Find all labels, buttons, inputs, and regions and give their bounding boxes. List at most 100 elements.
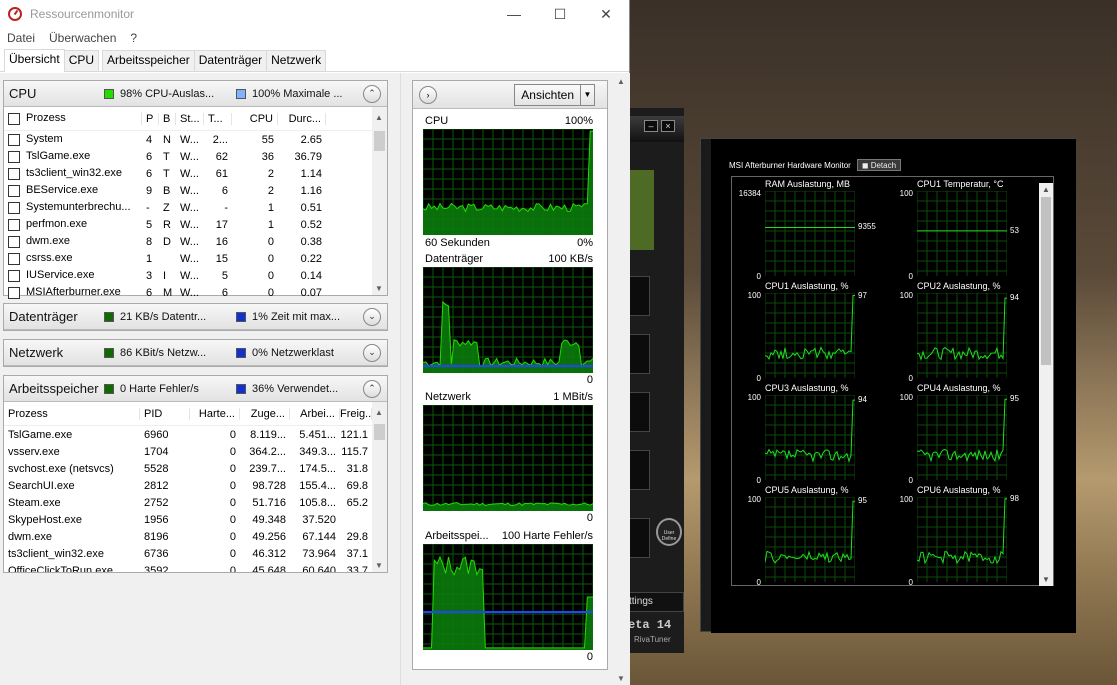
tab-bar: Übersicht CPU Arbeitsspeicher Datenträge… <box>0 48 629 72</box>
table-row[interactable]: BEService.exe 9 B W... 6 2 1.16 <box>4 182 387 199</box>
table-row[interactable]: TslGame.exe 6 T W... 62 36 36.79 <box>4 148 387 165</box>
afterburner-graph: CPU4 Auslastung, % 100 0 95 <box>900 383 1047 485</box>
row-checkbox[interactable] <box>8 133 20 146</box>
memory-section: Arbeitsspeicher 0 Harte Fehler/s 36% Ver… <box>3 375 388 573</box>
tab-disk[interactable]: Datenträger <box>193 50 268 71</box>
menu-ueberwachen[interactable]: Überwachen <box>49 31 116 45</box>
views-dropdown[interactable]: Ansichten ▼ <box>514 83 595 106</box>
menu-help[interactable]: ? <box>130 31 137 45</box>
memory-table-scrollbar[interactable]: ▲ ▼ <box>372 402 387 572</box>
table-cell: 1 <box>267 201 274 214</box>
table-row[interactable]: ts3client_win32.exe 6736 0 46.312 73.964 37.1 <box>4 545 387 562</box>
network-section-header[interactable]: Netzwerk 86 KBit/s Netzw... 0% Netzwerkl… <box>4 340 387 366</box>
table-row[interactable]: System 4 N W... 2... 55 2.65 <box>4 131 387 148</box>
row-checkbox[interactable] <box>8 150 20 163</box>
column-header[interactable]: T... <box>204 112 232 125</box>
table-row[interactable]: perfmon.exe 5 R W... 17 1 0.52 <box>4 216 387 233</box>
close-button[interactable]: ✕ <box>583 0 629 28</box>
table-row[interactable]: Systemunterbrechu... - Z W... -1 0.51 <box>4 199 387 216</box>
column-header[interactable]: Durc... <box>278 112 326 125</box>
cpu-section-header[interactable]: CPU 98% CPU-Auslas... 100% Maximale ... … <box>4 81 387 107</box>
column-header[interactable]: St... <box>176 112 204 125</box>
afterburner-graph-min: 0 <box>908 272 913 281</box>
column-header[interactable]: PID <box>140 407 190 420</box>
column-header[interactable]: Harte... <box>190 407 240 420</box>
afterburner-graph-title: CPU5 Auslastung, % <box>765 485 849 495</box>
table-row[interactable]: OfficeClickToRun.exe 3592 0 45.648 60.640 33.… <box>4 562 387 573</box>
table-row[interactable]: SearchUI.exe 2812 0 98.728 155.4... 69.8 <box>4 477 387 494</box>
column-header[interactable]: B <box>159 112 176 125</box>
scroll-thumb[interactable] <box>374 131 385 151</box>
tab-cpu[interactable]: CPU <box>63 50 100 71</box>
afterburner-close-button[interactable]: × <box>661 120 675 132</box>
menu-datei[interactable]: Datei <box>7 31 35 45</box>
disk-section-header[interactable]: Datenträger 21 KB/s Datentr... 1% Zeit m… <box>4 304 387 330</box>
table-cell: 36 <box>261 150 274 163</box>
row-checkbox[interactable] <box>8 167 20 180</box>
table-cell: 0 <box>229 428 236 441</box>
cpu-table-scrollbar[interactable]: ▲ ▼ <box>372 107 387 295</box>
row-checkbox[interactable] <box>8 286 20 299</box>
row-checkbox[interactable] <box>8 235 20 248</box>
table-row[interactable]: MSIAfterburner.exe 6 M W... 6 0 0.07 <box>4 284 387 301</box>
column-header[interactable]: Zuge... <box>240 407 290 420</box>
afterburner-graph-min: 0 <box>756 374 761 383</box>
column-header[interactable]: Freig... <box>340 407 372 420</box>
table-row[interactable]: svchost.exe (netsvcs) 5528 0 239.7... 174.5.… <box>4 460 387 477</box>
tab-overview[interactable]: Übersicht <box>4 49 65 72</box>
collapse-icon[interactable]: ⌃ <box>363 84 381 103</box>
column-header[interactable]: Arbei... <box>290 407 340 420</box>
column-header[interactable]: P <box>142 112 159 125</box>
scroll-up-icon[interactable]: ▲ <box>375 408 383 417</box>
row-checkbox[interactable] <box>8 201 20 214</box>
table-cell: 0 <box>267 286 274 299</box>
scroll-up-icon[interactable]: ▲ <box>617 77 625 86</box>
chevron-down-icon[interactable]: ▼ <box>580 84 594 105</box>
select-all-checkbox[interactable] <box>8 112 20 125</box>
table-cell: Z <box>163 201 170 214</box>
maximize-button[interactable]: ☐ <box>537 0 583 28</box>
table-cell: 31.8 <box>346 462 368 475</box>
table-row[interactable]: csrss.exe 1 W... 15 0 0.22 <box>4 250 387 267</box>
window-scrollbar[interactable]: ▲ ▼ <box>614 73 629 685</box>
table-row[interactable]: dwm.exe 8 D W... 16 0 0.38 <box>4 233 387 250</box>
afterburner-graph: CPU6 Auslastung, % 100 0 98 <box>900 485 1047 587</box>
tab-network[interactable]: Netzwerk <box>266 50 327 71</box>
tab-memory[interactable]: Arbeitsspeicher <box>102 50 195 71</box>
user-define-button[interactable]: User Define <box>656 518 682 546</box>
column-header[interactable]: Prozess <box>26 112 66 124</box>
pane-splitter[interactable] <box>400 73 401 685</box>
row-checkbox[interactable] <box>8 218 20 231</box>
scroll-down-icon[interactable]: ▼ <box>375 561 383 570</box>
expand-icon[interactable]: ⌄ <box>363 343 381 362</box>
chevron-right-icon[interactable]: › <box>419 85 437 104</box>
settings-button[interactable]: ttings <box>624 592 684 612</box>
table-row[interactable]: ts3client_win32.exe 6 T W... 61 2 1.14 <box>4 165 387 182</box>
detach-button[interactable]: ◼ Detach <box>856 159 902 171</box>
afterburner-graph-title: RAM Auslastung, MB <box>765 179 851 189</box>
memory-used-stat: 36% Verwendet... <box>252 382 339 395</box>
row-checkbox[interactable] <box>8 269 20 282</box>
table-row[interactable]: TslGame.exe 6960 0 8.119... 5.451... 121.1 <box>4 426 387 443</box>
row-checkbox[interactable] <box>8 252 20 265</box>
process-name: OfficeClickToRun.exe <box>8 564 113 573</box>
row-checkbox[interactable] <box>8 184 20 197</box>
table-row[interactable]: Steam.exe 2752 0 51.716 105.8... 65.2 <box>4 494 387 511</box>
minimize-button[interactable]: — <box>491 0 537 28</box>
expand-icon[interactable]: ⌄ <box>363 307 381 326</box>
table-row[interactable]: dwm.exe 8196 0 49.256 67.144 29.8 <box>4 528 387 545</box>
scroll-up-icon[interactable]: ▲ <box>375 113 383 122</box>
memory-section-header[interactable]: Arbeitsspeicher 0 Harte Fehler/s 36% Ver… <box>4 376 387 402</box>
collapse-icon[interactable]: ⌃ <box>363 379 381 398</box>
scroll-down-icon[interactable]: ▼ <box>617 674 625 683</box>
column-header[interactable]: CPU <box>232 112 278 125</box>
afterburner-minimize-button[interactable]: – <box>644 120 658 132</box>
memory-graph-min: 0 <box>586 651 593 663</box>
table-row[interactable]: vsserv.exe 1704 0 364.2... 349.3... 115.7 <box>4 443 387 460</box>
column-header[interactable]: Prozess <box>4 407 140 420</box>
scroll-down-icon[interactable]: ▼ <box>375 284 383 293</box>
table-row[interactable]: SkypeHost.exe 1956 0 49.348 37.520 <box>4 511 387 528</box>
table-cell: 2752 <box>144 496 169 509</box>
table-row[interactable]: IUService.exe 3 I W... 5 0 0.14 <box>4 267 387 284</box>
scroll-thumb[interactable] <box>374 424 385 440</box>
